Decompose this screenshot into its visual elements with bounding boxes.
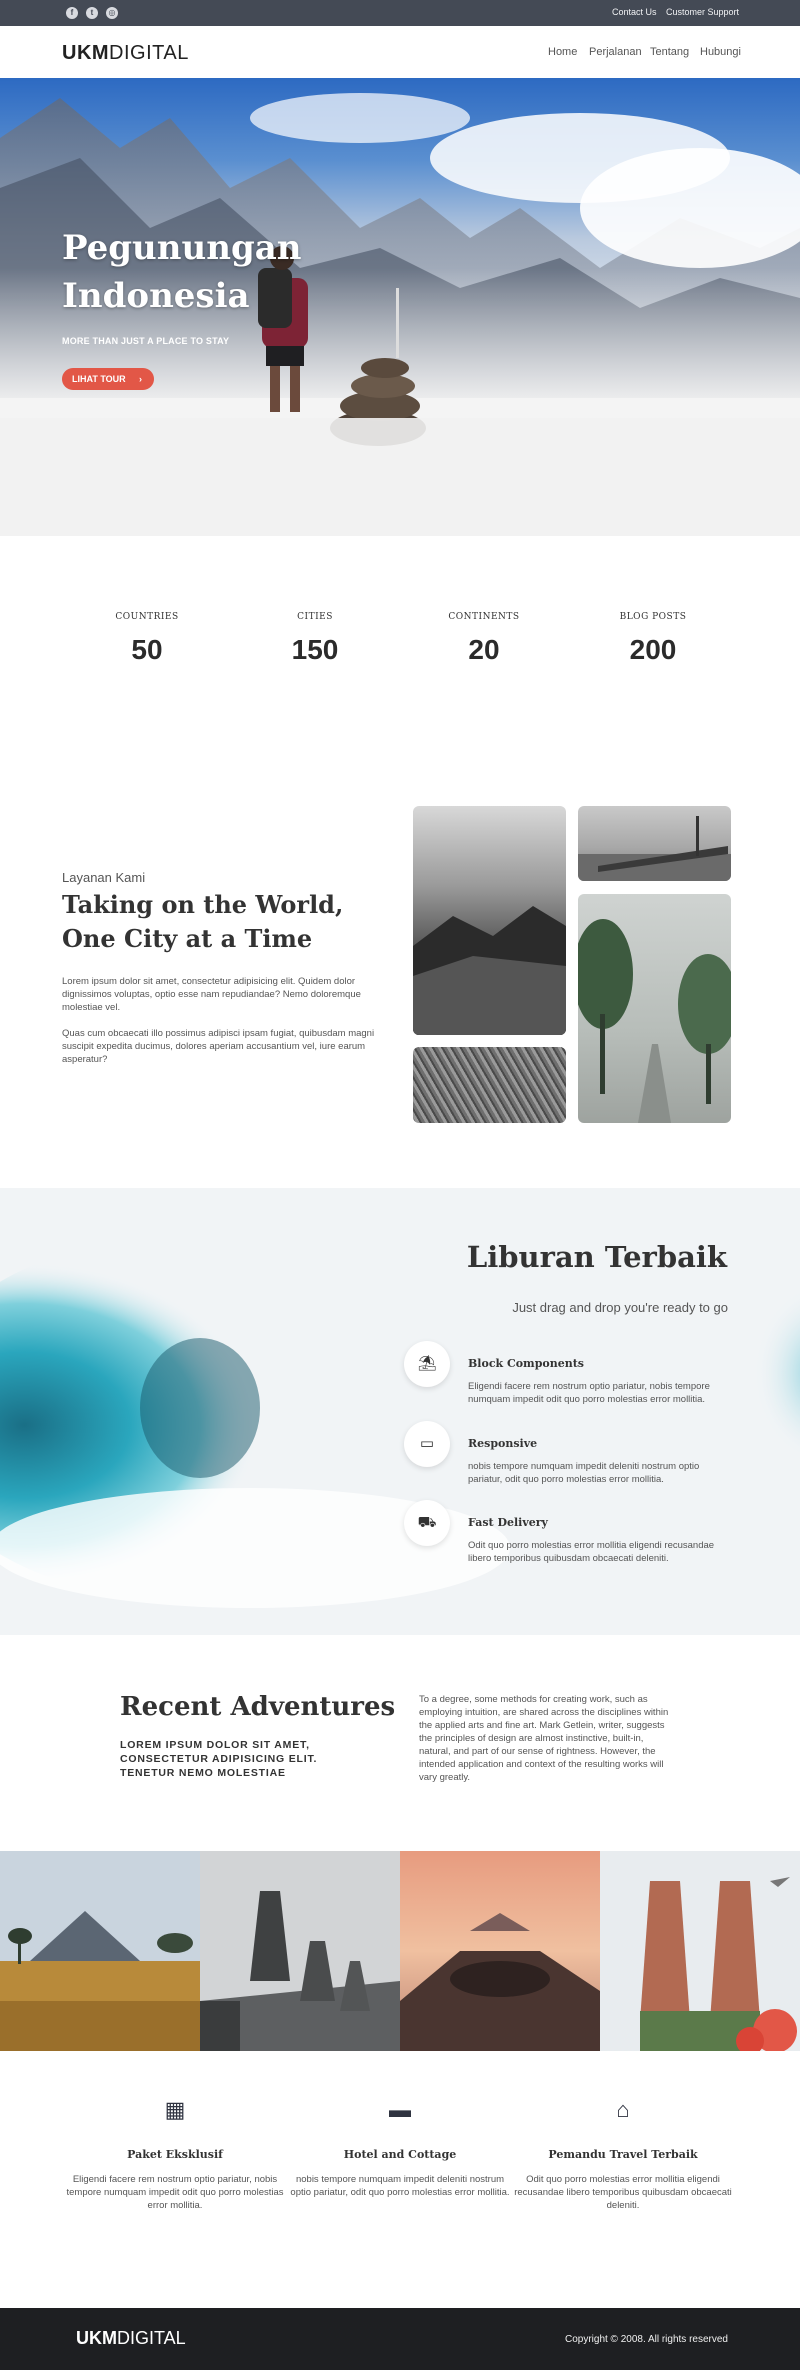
services-paragraph: Lorem ipsum dolor sit amet, consectetur … (62, 976, 361, 1013)
services-kicker: Layanan Kami (62, 870, 146, 885)
foggy-trees-photo (578, 894, 731, 1123)
site-logo[interactable]: UKMDIGITAL (62, 42, 189, 65)
stat-value: 20 (468, 634, 500, 665)
landscape-photo (413, 806, 566, 1035)
stat-value: 150 (291, 634, 339, 665)
footer-logo-light: DIGITAL (117, 2328, 186, 2348)
nav-perjalanan[interactable]: Perjalanan (589, 46, 642, 58)
top-bar: f t ◎ Contact Us Customer Support (0, 0, 800, 26)
twitter-icon[interactable]: t (86, 7, 98, 19)
hero-title: Pegunungan Indonesia (62, 228, 302, 316)
services-paragraph: Quas cum obcaecati illo possimus adipisc… (62, 1028, 375, 1065)
gallery-temple-stupas[interactable] (200, 1851, 400, 2051)
services-title: Taking on the World, One City at a Time (62, 890, 344, 953)
hero-section: Pegunungan Indonesia MORE THAN JUST A PL… (0, 78, 800, 536)
stat-value: 50 (131, 634, 163, 665)
gallery-rice-field-volcano[interactable] (0, 1851, 200, 2051)
contact-us-link[interactable]: Contact Us (612, 7, 657, 17)
feature-title: Responsive (468, 1437, 538, 1450)
holiday-title: Liburan Terbaik (466, 1240, 727, 1274)
hero-tagline: MORE THAN JUST A PLACE TO STAY (62, 336, 230, 346)
cta-label: LIHAT TOUR (72, 374, 126, 384)
package-title: Hotel and Cottage (343, 2148, 457, 2161)
package-title: Pemandu Travel Terbaik (548, 2148, 698, 2161)
truck-icon: ⛟ (404, 1500, 450, 1546)
nav-home[interactable]: Home (548, 46, 577, 58)
package-title: Paket Eksklusif (127, 2148, 223, 2161)
stat-value: 200 (629, 634, 677, 665)
pier-photo (578, 806, 731, 881)
facebook-icon[interactable]: f (66, 7, 78, 19)
laptop-icon: ▭ (404, 1421, 450, 1467)
stat-label: CONTINENTS (448, 612, 520, 622)
hotel-building-icon: ▦ (164, 2097, 186, 2122)
couch-icon: ▬ (389, 2097, 411, 2122)
feature-title: Fast Delivery (468, 1516, 548, 1529)
footer-logo-bold: UKM (76, 2328, 117, 2348)
package-description: Odit quo porro molestias error mollitia … (514, 2174, 732, 2211)
package-description: Eligendi facere rem nostrum optio pariat… (66, 2174, 284, 2211)
beach-umbrella-icon: ⛱ (404, 1341, 450, 1387)
stat-label: COUNTRIES (115, 612, 179, 622)
dry-grass-photo (413, 1047, 566, 1123)
logo-bold-text: UKM (62, 42, 110, 64)
chevron-right-icon: › (139, 374, 142, 384)
stat-label: CITIES (297, 612, 333, 622)
customer-support-link[interactable]: Customer Support (666, 7, 739, 17)
logo-light-text: DIGITAL (109, 42, 189, 64)
nav-hubungi[interactable]: Hubungi (700, 46, 741, 58)
recent-adventures-title: Recent Adventures (120, 1692, 396, 1722)
copyright-text: Copyright © 2008. All rights reserved (564, 2334, 728, 2345)
recent-adventures-subtitle: LOREM IPSUM DOLOR SIT AMET, CONSECTETUR … (120, 1739, 318, 1779)
store-icon: ⌂ (616, 2097, 630, 2122)
site-header: UKMDIGITAL Home Perjalanan Tentang Hubun… (0, 26, 800, 78)
site-footer: UKMDIGITAL Copyright © 2008. All rights … (0, 2308, 800, 2370)
feature-title: Block Components (468, 1357, 584, 1370)
gallery-bali-gate[interactable] (600, 1851, 800, 2051)
gallery-bromo-crater[interactable] (400, 1851, 600, 2051)
recent-adventures-text: To a degree, some methods for creating w… (419, 1694, 669, 1783)
holiday-subtitle: Just drag and drop you're ready to go (512, 1300, 728, 1315)
feature-description: Odit quo porro molestias error mollitia … (468, 1540, 715, 1564)
instagram-icon[interactable]: ◎ (106, 7, 118, 19)
lihat-tour-button[interactable]: LIHAT TOUR › (62, 368, 154, 390)
stat-label: BLOG POSTS (619, 612, 687, 622)
footer-logo[interactable]: UKMDIGITAL (76, 2328, 186, 2349)
package-description: nobis tempore numquam impedit deleniti n… (290, 2174, 510, 2198)
feature-description: nobis tempore numquam impedit deleniti n… (468, 1461, 700, 1485)
nav-tentang[interactable]: Tentang (650, 46, 689, 58)
feature-description: Eligendi facere rem nostrum optio pariat… (468, 1381, 710, 1405)
